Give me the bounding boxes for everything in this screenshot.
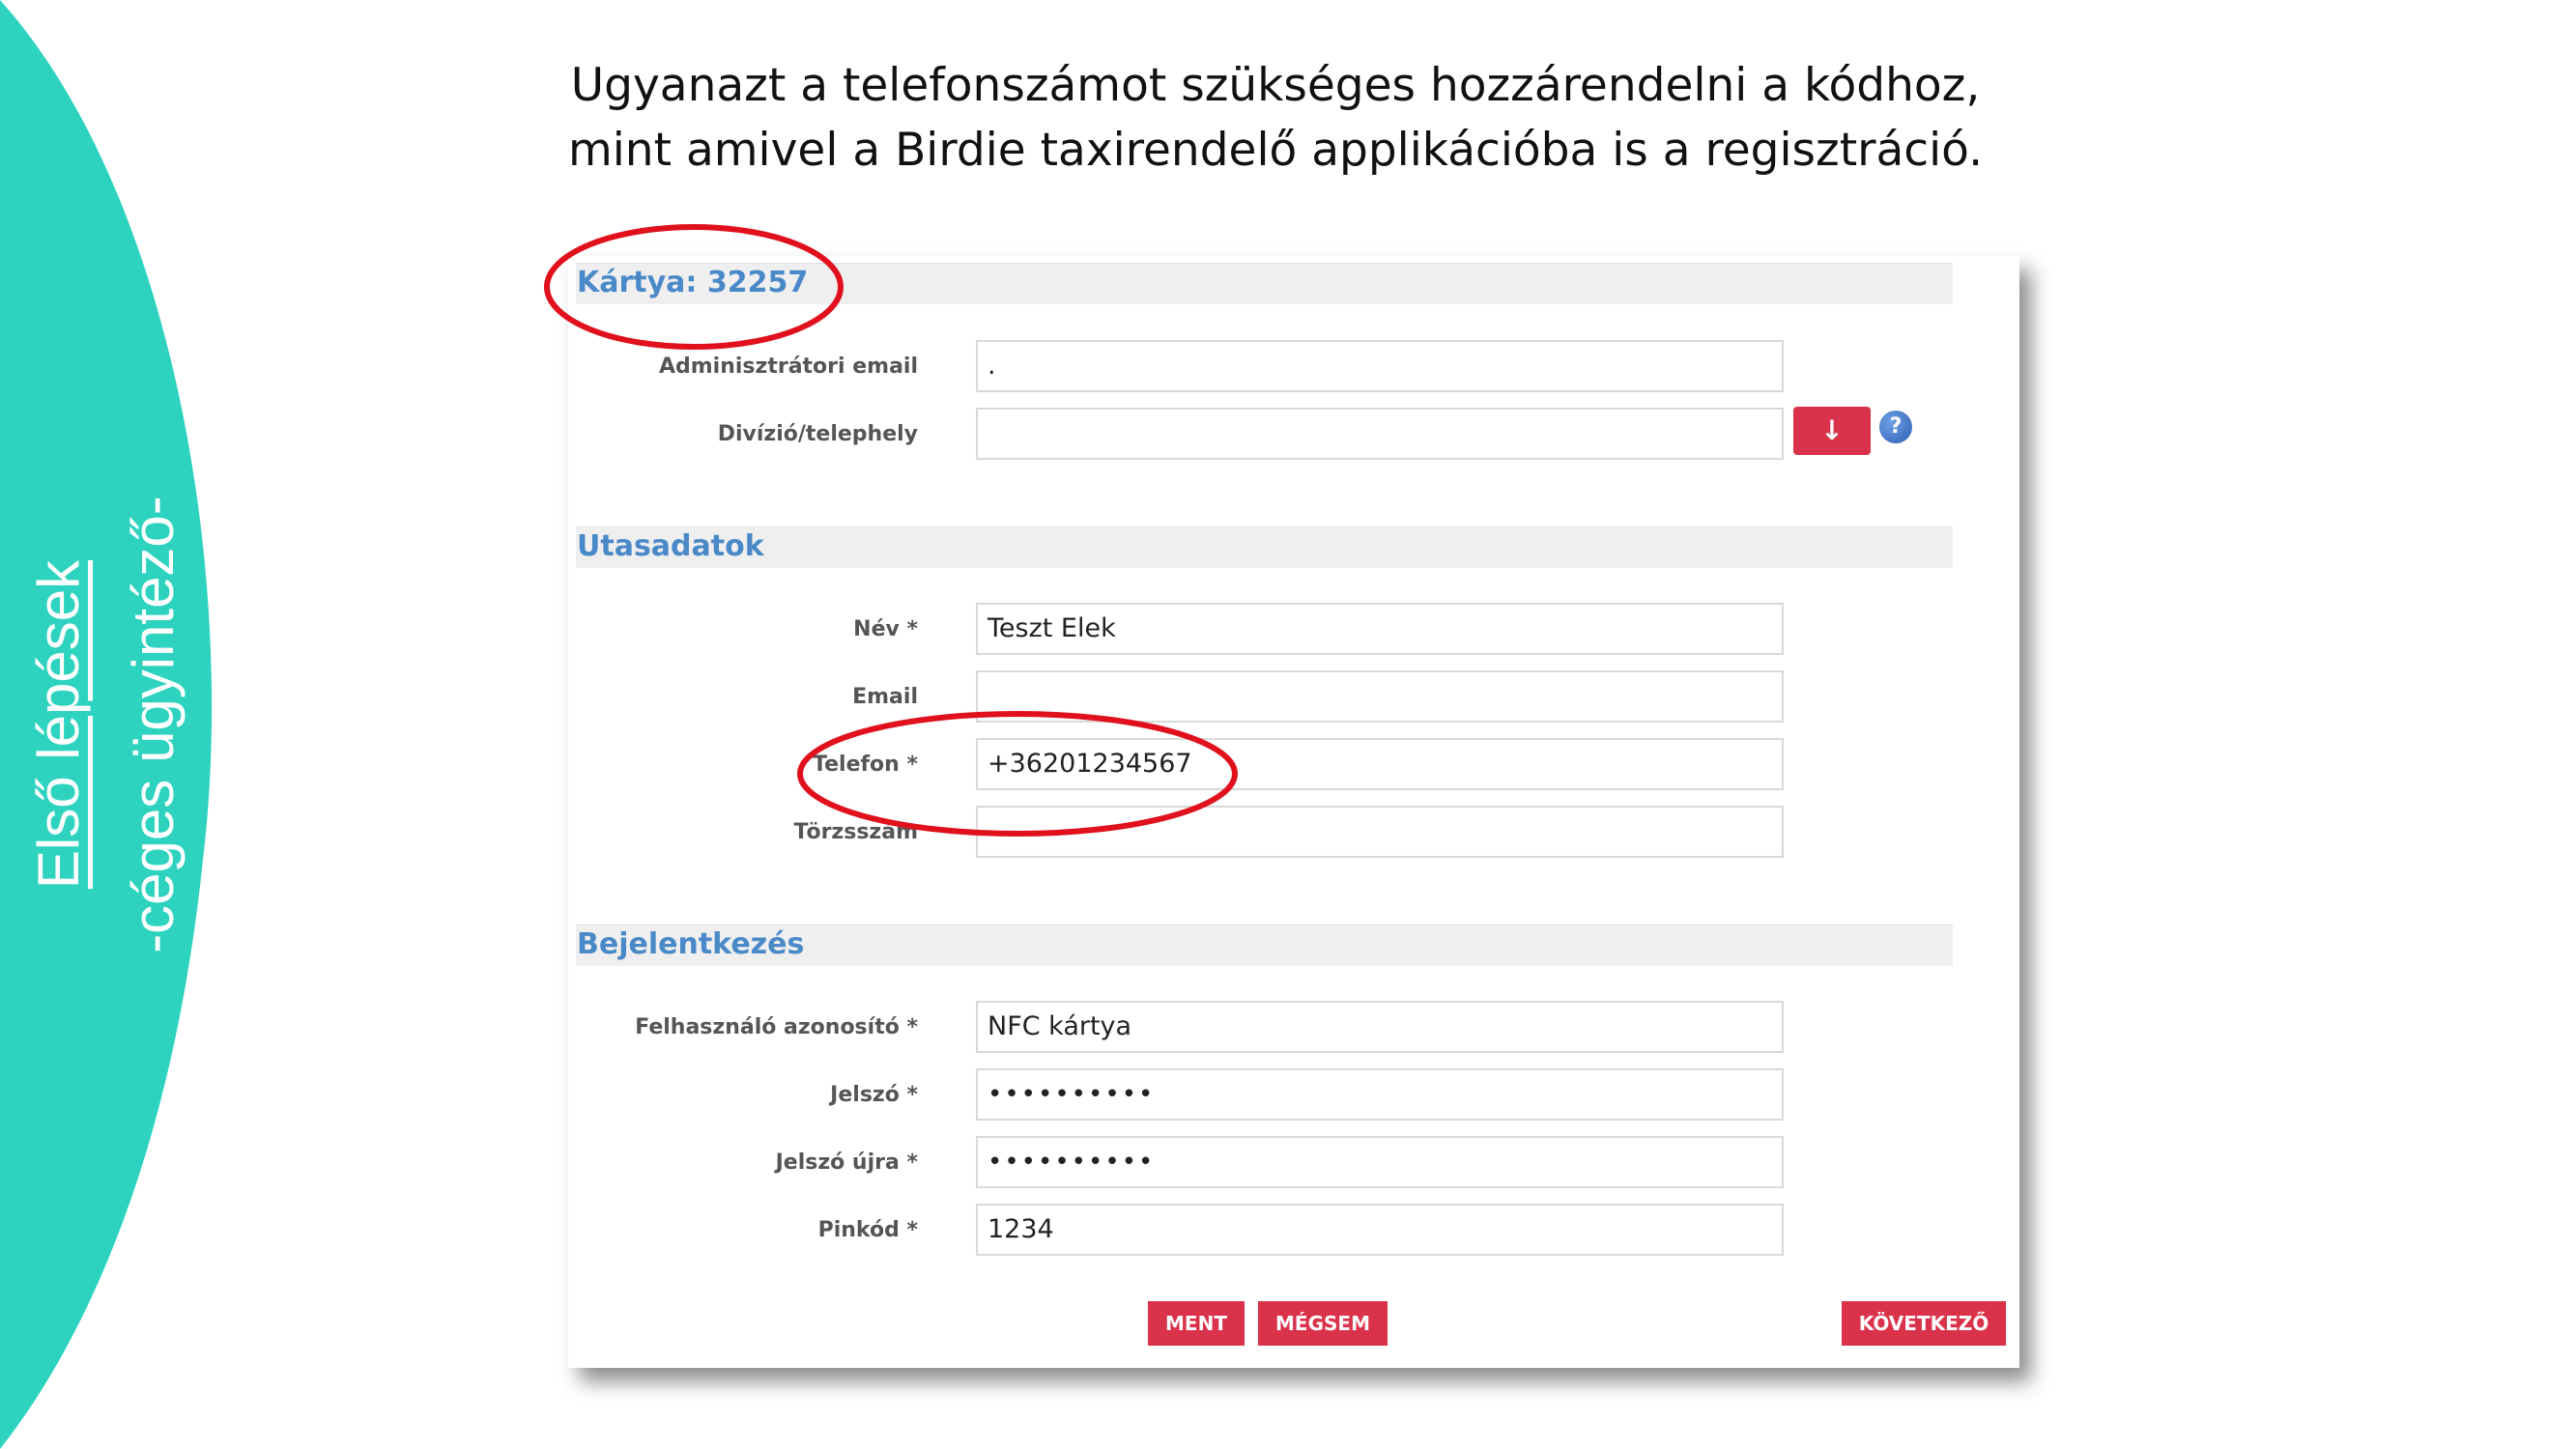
employee-id-label: Törzsszám	[793, 820, 918, 844]
division-dropdown-button[interactable]: ↓	[1793, 407, 1871, 455]
cancel-button[interactable]: MÉGSEM	[1258, 1301, 1388, 1346]
phone-input[interactable]: +36201234567	[976, 738, 1784, 790]
admin-email-input[interactable]: .	[976, 340, 1784, 392]
division-label: Divízió/telephely	[717, 422, 918, 446]
password-again-label: Jelszó újra *	[775, 1151, 918, 1175]
username-input[interactable]: NFC kártya	[976, 1001, 1784, 1053]
save-button[interactable]: MENT	[1148, 1301, 1245, 1346]
sidebar-title-line2: -céges ügyintéző-	[121, 496, 186, 953]
email-input[interactable]	[976, 670, 1784, 723]
password-again-input[interactable]: ••••••••••	[976, 1136, 1784, 1188]
passenger-section-title: Utasadatok	[577, 529, 764, 563]
username-label: Felhasználó azonosító *	[635, 1015, 918, 1039]
sidebar-title-line1: Első lépések	[26, 559, 91, 890]
password-label: Jelszó *	[830, 1083, 918, 1107]
card-title: Kártya: 32257	[577, 266, 809, 299]
division-input[interactable]	[976, 408, 1784, 460]
help-icon[interactable]: ?	[1879, 411, 1912, 443]
passenger-section-header	[576, 526, 1953, 568]
name-input[interactable]: Teszt Elek	[976, 603, 1784, 655]
password-input[interactable]: ••••••••••	[976, 1068, 1784, 1121]
phone-label: Telefon *	[813, 753, 918, 777]
employee-id-input[interactable]	[976, 806, 1784, 858]
login-section-title: Bejelentkezés	[577, 927, 805, 961]
card-form-panel: Kártya: 32257 Adminisztrátori email . Di…	[568, 256, 2019, 1368]
pin-label: Pinkód *	[817, 1218, 918, 1242]
slide-heading: Ugyanazt a telefonszámot szükséges hozzá…	[502, 53, 2048, 183]
heading-line1: Ugyanazt a telefonszámot szükséges hozzá…	[570, 59, 1981, 112]
name-label: Név *	[853, 617, 918, 641]
next-button[interactable]: KÖVETKEZŐ	[1842, 1301, 2006, 1346]
pin-input[interactable]: 1234	[976, 1204, 1784, 1256]
admin-email-label: Adminisztrátori email	[658, 355, 918, 379]
heading-line2: mint amivel a Birdie taxirendelő appliká…	[567, 124, 1984, 177]
email-label: Email	[852, 685, 918, 709]
